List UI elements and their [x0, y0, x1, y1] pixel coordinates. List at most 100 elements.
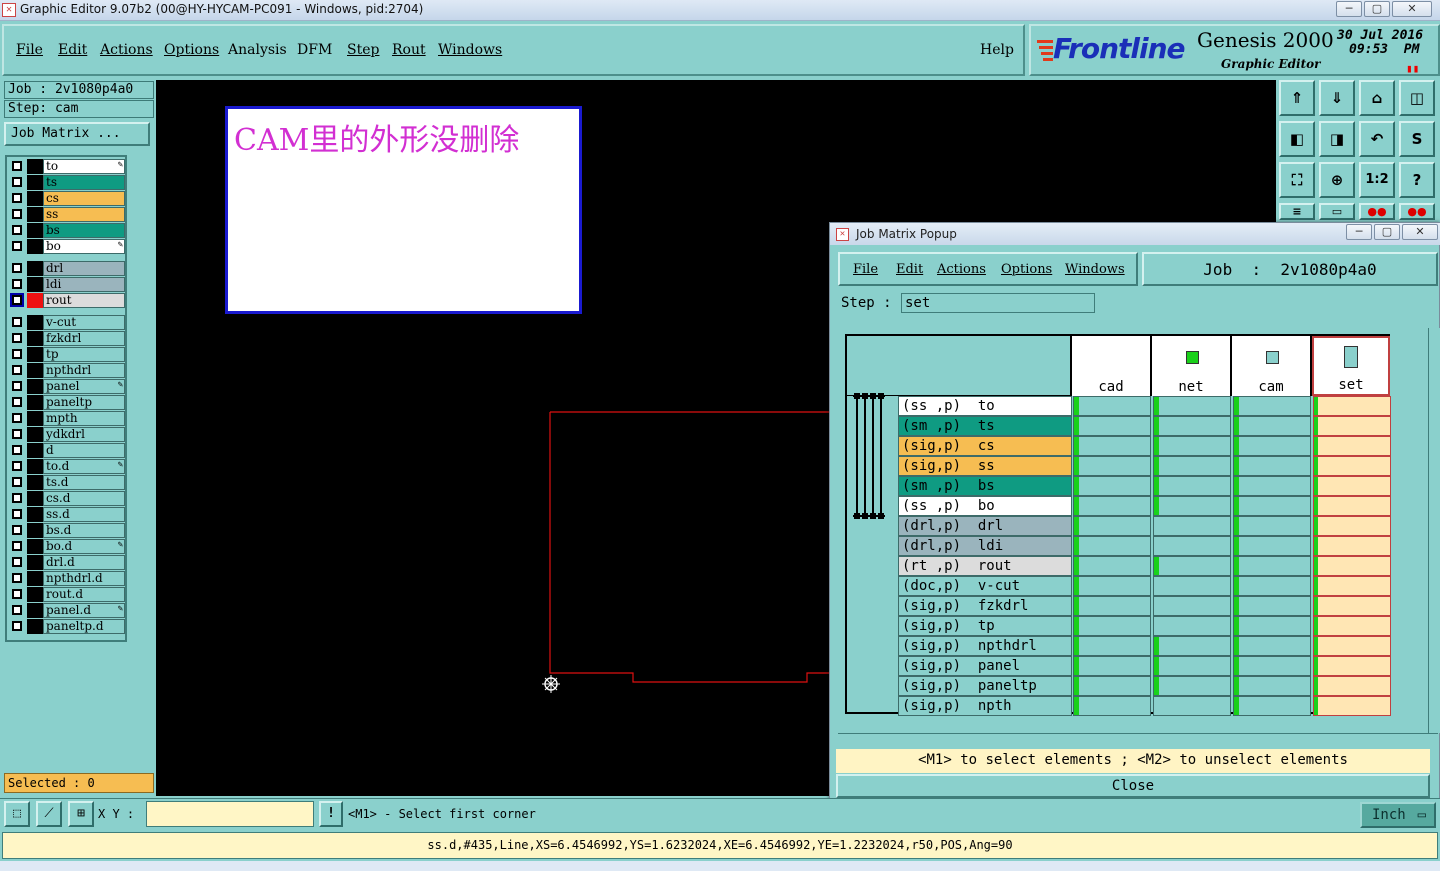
menu-step[interactable]: Step	[347, 42, 379, 58]
layer-checkbox[interactable]	[12, 209, 22, 219]
home-icon[interactable]: ⌂	[1359, 80, 1395, 116]
pan-right-icon[interactable]: ◨	[1319, 121, 1355, 157]
popup-menu-options[interactable]: Options	[1001, 262, 1052, 277]
menu-edit[interactable]: Edit	[58, 42, 87, 58]
popup-minimize-button[interactable]: ─	[1346, 224, 1372, 240]
layer-display-color[interactable]	[27, 491, 43, 506]
layer-row[interactable]: fzkdrl	[9, 331, 125, 346]
matrix-cell[interactable]	[1073, 476, 1151, 496]
layer-row[interactable]: npthdrl.d	[9, 571, 125, 586]
menu-actions[interactable]: Actions	[100, 42, 153, 58]
layer-display-color[interactable]	[27, 379, 43, 394]
matrix-cell[interactable]	[1153, 416, 1231, 436]
layer-checkbox[interactable]	[12, 161, 22, 171]
matrix-cell[interactable]	[1233, 476, 1311, 496]
matrix-layer-label[interactable]: (sig,p) fzkdrl	[898, 596, 1072, 616]
layer-display-color[interactable]	[27, 175, 43, 190]
layer-row[interactable]: npthdrl	[9, 363, 125, 378]
layer-name[interactable]: mpth	[43, 411, 125, 426]
layer-display-color[interactable]	[27, 261, 43, 276]
matrix-cell[interactable]	[1313, 456, 1391, 476]
layer-checkbox[interactable]	[12, 445, 22, 455]
matrix-cell[interactable]	[1313, 656, 1391, 676]
matrix-cell[interactable]	[1073, 616, 1151, 636]
redraw-icon[interactable]: S	[1399, 121, 1435, 157]
matrix-cell[interactable]	[1233, 556, 1311, 576]
layer-name[interactable]: tp	[43, 347, 125, 362]
matrix-layer-label[interactable]: (sig,p) npthdrl	[898, 636, 1072, 656]
matrix-cell[interactable]	[1233, 596, 1311, 616]
layer-row[interactable]: paneltp.d	[9, 619, 125, 634]
layer-checkbox[interactable]	[12, 333, 22, 343]
step-column-set[interactable]: set	[1312, 336, 1390, 396]
layer-checkbox[interactable]	[12, 241, 22, 251]
layer-display-color[interactable]	[27, 207, 43, 222]
layer-display-color[interactable]	[27, 539, 43, 554]
zoom-fit-icon[interactable]: ⛶	[1279, 162, 1315, 198]
layer-row[interactable]: ydkdrl	[9, 427, 125, 442]
layer-display-color[interactable]	[27, 443, 43, 458]
close-button[interactable]: ✕	[1392, 1, 1432, 17]
layer-name[interactable]: to.d	[43, 459, 125, 474]
layer-checkbox[interactable]	[12, 429, 22, 439]
layer-row[interactable]: bs.d	[9, 523, 125, 538]
layer-display-color[interactable]	[27, 523, 43, 538]
matrix-cell[interactable]	[1073, 436, 1151, 456]
layer-name[interactable]: cs	[43, 191, 125, 206]
menu-windows[interactable]: Windows	[438, 42, 502, 58]
layer-name[interactable]: rout.d	[43, 587, 125, 602]
layer-checkbox[interactable]	[12, 263, 22, 273]
layer-checkbox[interactable]	[12, 493, 22, 503]
layer-row[interactable]: paneltp	[9, 395, 125, 410]
pan-left-icon[interactable]: ◧	[1279, 121, 1315, 157]
layer-row[interactable]: bo.d ✎	[9, 539, 125, 554]
layer-row[interactable]: bs	[9, 223, 125, 238]
matrix-cell[interactable]	[1073, 576, 1151, 596]
layer-row[interactable]: rout	[9, 293, 125, 308]
matrix-cell[interactable]	[1233, 696, 1311, 716]
matrix-cell[interactable]	[1153, 516, 1231, 536]
layer-checkbox[interactable]	[12, 509, 22, 519]
layer-display-color[interactable]	[27, 315, 43, 330]
layer-name[interactable]: ss.d	[43, 507, 125, 522]
layer-display-color[interactable]	[27, 293, 43, 308]
menu-dfm[interactable]: DFM	[297, 42, 332, 58]
layer-row[interactable]: bo ✎	[9, 239, 125, 254]
layer-row[interactable]: drl.d	[9, 555, 125, 570]
layer-checkbox[interactable]	[12, 461, 22, 471]
measure-icon[interactable]: ⟋	[36, 801, 62, 827]
layer-row[interactable]: rout.d	[9, 587, 125, 602]
matrix-layer-label[interactable]: (sig,p) paneltp	[898, 676, 1072, 696]
layer-display-color[interactable]	[27, 603, 43, 618]
layer-checkbox[interactable]	[12, 193, 22, 203]
matrix-cell[interactable]	[1313, 396, 1391, 416]
layer-row[interactable]: v-cut	[9, 315, 125, 330]
layer-name[interactable]: ldi	[43, 277, 125, 292]
matrix-cell[interactable]	[1313, 576, 1391, 596]
layer-display-color[interactable]	[27, 459, 43, 474]
layer-row[interactable]: to.d ✎	[9, 459, 125, 474]
layer-display-color[interactable]	[27, 331, 43, 346]
matrix-cell[interactable]	[1153, 576, 1231, 596]
layer-row[interactable]: cs.d	[9, 491, 125, 506]
matrix-cell[interactable]	[1313, 676, 1391, 696]
horizontal-scrollbar[interactable]	[838, 733, 1438, 745]
layer-display-color[interactable]	[27, 571, 43, 586]
layer-name[interactable]: d	[43, 443, 125, 458]
matrix-cell[interactable]	[1153, 636, 1231, 656]
matrix-cell[interactable]	[1233, 636, 1311, 656]
layer-checkbox[interactable]	[12, 557, 22, 567]
matrix-layer-label[interactable]: (drl,p) drl	[898, 516, 1072, 536]
popup-close-button[interactable]: ✕	[1402, 224, 1438, 240]
layer-name[interactable]: to	[43, 159, 125, 174]
matrix-cell[interactable]	[1313, 616, 1391, 636]
matrix-cell[interactable]	[1313, 416, 1391, 436]
layer-checkbox[interactable]	[12, 621, 22, 631]
layer-name[interactable]: ydkdrl	[43, 427, 125, 442]
menu-rout[interactable]: Rout	[392, 42, 426, 58]
matrix-cell[interactable]	[1153, 436, 1231, 456]
layer-row[interactable]: ss.d	[9, 507, 125, 522]
matrix-layer-label[interactable]: (ss ,p) bo	[898, 496, 1072, 516]
matrix-cell[interactable]	[1233, 656, 1311, 676]
layer-display-color[interactable]	[27, 507, 43, 522]
